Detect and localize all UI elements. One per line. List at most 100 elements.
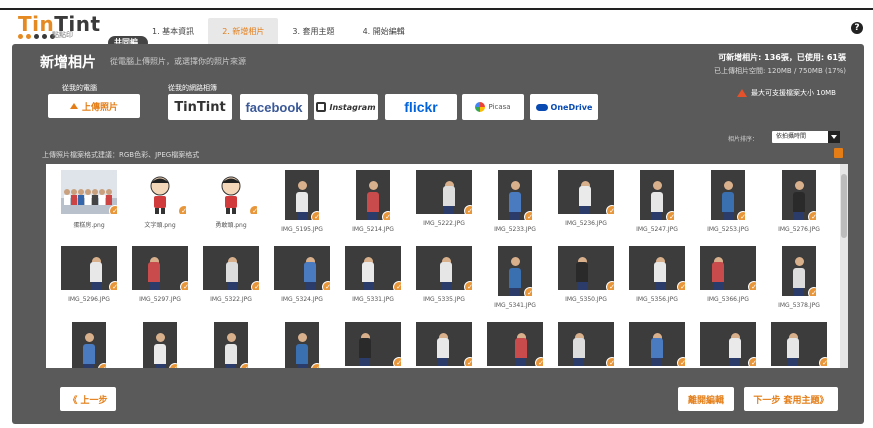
photo-item[interactable]: ✓ IMG_5335.JPG xyxy=(409,246,479,322)
check-icon[interactable]: ✓ xyxy=(382,211,390,220)
check-icon[interactable]: ✓ xyxy=(819,357,827,366)
photo-item[interactable]: ✓ IMG_5324.JPG xyxy=(267,246,337,322)
photo-item[interactable]: ✓ IMG_5356.JPG xyxy=(622,246,692,322)
source-onedrive-button[interactable]: OneDrive xyxy=(530,94,598,120)
check-icon[interactable]: ✓ xyxy=(464,357,472,366)
photo-item[interactable]: ✓ IMG_5233.JPG xyxy=(480,170,550,246)
photo-gallery[interactable]: ✓ 蛋糕房.png ✓ 文字頭.png ✓ 勇敢頭.png ✓ IMG_5195.JPG ✓ IM… xyxy=(46,164,848,368)
check-icon[interactable]: ✓ xyxy=(311,211,319,220)
photo-item[interactable]: ✓ 文字頭.png xyxy=(125,170,195,246)
check-icon[interactable]: ✓ xyxy=(240,363,248,368)
photo-filename: 勇敢頭.png xyxy=(215,222,247,229)
photo-item[interactable]: ✓ IMG_5297.JPG xyxy=(125,246,195,322)
wizard-step-3[interactable]: 3. 套用主題 xyxy=(278,18,348,44)
check-icon[interactable]: ✓ xyxy=(808,287,816,296)
photo-thumbnail: ✓ xyxy=(143,322,177,368)
photo-item[interactable]: ✓ xyxy=(54,322,124,368)
check-icon[interactable]: ✓ xyxy=(98,363,106,368)
photo-thumbnail: ✓ xyxy=(416,246,472,290)
sort-select[interactable]: 依拍攝時間 xyxy=(772,131,840,143)
check-icon[interactable]: ✓ xyxy=(464,205,472,214)
check-icon[interactable]: ✓ xyxy=(737,211,745,220)
photo-item[interactable]: ✓ xyxy=(622,322,692,368)
check-icon[interactable]: ✓ xyxy=(606,357,614,366)
check-icon[interactable]: ✓ xyxy=(748,281,756,290)
source-flickr-button[interactable]: flickr xyxy=(385,94,457,120)
photo-quota: 可新增相片: 136張，已使用: 61張 xyxy=(718,53,846,62)
sort-select-value: 依拍攝時間 xyxy=(776,133,807,140)
photo-item[interactable]: ✓ xyxy=(409,322,479,368)
upload-photos-label: 上傳照片 xyxy=(81,102,118,113)
check-icon[interactable]: ✓ xyxy=(666,211,674,220)
check-icon[interactable]: ✓ xyxy=(606,205,614,214)
check-icon[interactable]: ✓ xyxy=(249,205,257,214)
scrollbar-thumb[interactable] xyxy=(841,174,847,238)
photo-item[interactable]: ✓ IMG_5195.JPG xyxy=(267,170,337,246)
photo-item[interactable]: ✓ xyxy=(338,322,408,368)
photo-item[interactable]: ✓ IMG_5341.JPG xyxy=(480,246,550,322)
check-icon[interactable]: ✓ xyxy=(393,281,401,290)
photo-item[interactable]: ✓ xyxy=(267,322,337,368)
photo-filename: IMG_5341.JPG xyxy=(494,302,536,309)
check-icon[interactable]: ✓ xyxy=(677,281,685,290)
tintint-logo[interactable]: TinTint 點點印 共同編輯 xyxy=(18,12,148,61)
photo-grid: ✓ 蛋糕房.png ✓ 文字頭.png ✓ 勇敢頭.png ✓ IMG_5195.JPG ✓ IM… xyxy=(54,170,834,368)
photo-item[interactable]: ✓ IMG_5366.JPG xyxy=(693,246,763,322)
check-icon[interactable]: ✓ xyxy=(109,281,117,290)
help-icon[interactable]: ? xyxy=(851,22,863,34)
photo-item[interactable]: ✓ IMG_5322.JPG xyxy=(196,246,266,322)
photo-item[interactable]: ✓ IMG_5253.JPG xyxy=(693,170,763,246)
photo-thumbnail: ✓ xyxy=(498,170,532,220)
photo-item[interactable]: ✓ IMG_5222.JPG xyxy=(409,170,479,246)
wizard-step-4[interactable]: 4. 開始編輯 xyxy=(349,18,419,44)
photo-item[interactable]: ✓ IMG_5214.JPG xyxy=(338,170,408,246)
photo-item[interactable]: ✓ IMG_5331.JPG xyxy=(338,246,408,322)
photo-item[interactable]: ✓ IMG_5236.JPG xyxy=(551,170,621,246)
check-icon[interactable]: ✓ xyxy=(748,357,756,366)
photo-item[interactable]: ✓ xyxy=(125,322,195,368)
upload-photos-button[interactable]: 上傳照片 xyxy=(48,94,140,118)
photo-item[interactable]: ✓ IMG_5296.JPG xyxy=(54,246,124,322)
trash-icon[interactable] xyxy=(834,148,843,158)
check-icon[interactable]: ✓ xyxy=(180,281,188,290)
check-icon[interactable]: ✓ xyxy=(109,205,117,214)
photo-item[interactable]: ✓ 蛋糕房.png xyxy=(54,170,124,246)
photo-item[interactable]: ✓ xyxy=(480,322,550,368)
source-instagram-button[interactable]: Instagram xyxy=(314,94,378,120)
wizard-step-1[interactable]: 1. 基本資訊 xyxy=(138,18,208,44)
photo-item[interactable]: ✓ IMG_5378.JPG xyxy=(764,246,834,322)
check-icon[interactable]: ✓ xyxy=(606,281,614,290)
wizard-step-2[interactable]: 2. 新增相片 xyxy=(208,18,279,44)
next-step-button[interactable]: 下一步 套用主題》 xyxy=(744,387,838,411)
check-icon[interactable]: ✓ xyxy=(524,211,532,220)
check-icon[interactable]: ✓ xyxy=(311,363,319,368)
photo-item[interactable]: ✓ 勇敢頭.png xyxy=(196,170,266,246)
photo-item[interactable]: ✓ xyxy=(551,322,621,368)
source-picasa-button[interactable]: Picasa xyxy=(462,94,524,120)
check-icon[interactable]: ✓ xyxy=(169,363,177,368)
check-icon[interactable]: ✓ xyxy=(464,281,472,290)
photo-thumbnail: ✓ xyxy=(132,246,188,290)
photo-item[interactable]: ✓ IMG_5350.JPG xyxy=(551,246,621,322)
source-tintint-button[interactable]: TinTint xyxy=(168,94,232,120)
check-icon[interactable]: ✓ xyxy=(808,211,816,220)
check-icon[interactable]: ✓ xyxy=(524,287,532,296)
check-icon[interactable]: ✓ xyxy=(535,357,543,366)
exit-editing-button[interactable]: 離開編輯 xyxy=(678,387,734,411)
chevron-down-icon xyxy=(828,131,840,143)
check-icon[interactable]: ✓ xyxy=(393,357,401,366)
source-facebook-button[interactable]: facebook xyxy=(240,94,308,120)
sort-label: 相片排序： xyxy=(728,136,759,143)
photo-item[interactable]: ✓ IMG_5247.JPG xyxy=(622,170,692,246)
check-icon[interactable]: ✓ xyxy=(677,357,685,366)
gallery-scrollbar[interactable] xyxy=(840,164,848,368)
photo-item[interactable]: ✓ IMG_5276.JPG xyxy=(764,170,834,246)
check-icon[interactable]: ✓ xyxy=(178,205,186,214)
photo-item[interactable]: ✓ xyxy=(693,322,763,368)
check-icon[interactable]: ✓ xyxy=(251,281,259,290)
photo-item[interactable]: ✓ xyxy=(764,322,834,368)
previous-step-button[interactable]: 《 上一步 xyxy=(60,387,116,411)
onedrive-cloud-icon xyxy=(535,103,548,111)
check-icon[interactable]: ✓ xyxy=(322,281,330,290)
photo-item[interactable]: ✓ xyxy=(196,322,266,368)
